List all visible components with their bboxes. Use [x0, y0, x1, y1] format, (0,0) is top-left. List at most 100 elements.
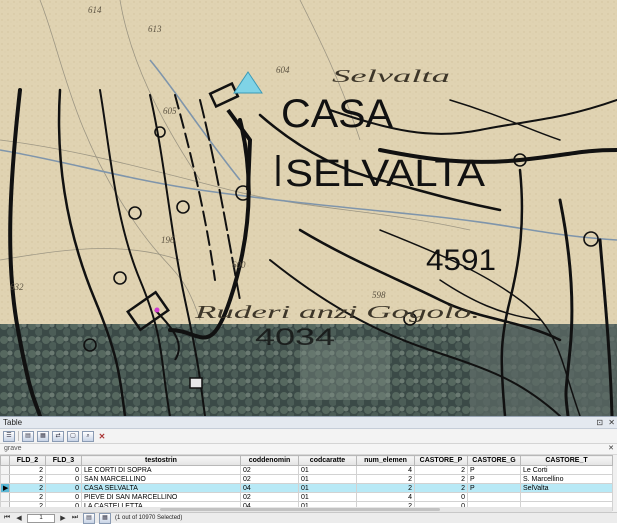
table-cell: 01: [298, 474, 357, 484]
layer-tab-label: grave: [4, 445, 22, 452]
layer-tab-close-icon[interactable]: ✕: [608, 444, 614, 454]
table-row[interactable]: 2 0 PIEVE DI SAN MARCELLINO 02 01 4 0: [0, 492, 613, 502]
table-cell: 0: [45, 483, 82, 493]
scrollbar-thumb[interactable]: [160, 508, 440, 511]
table-cell: 02: [240, 474, 299, 484]
table-cell: 2: [356, 483, 415, 493]
table-cell: 0: [414, 492, 468, 502]
cadastral-label: 598: [372, 290, 386, 300]
cadastral-label: 604: [276, 65, 290, 75]
table-cell: 02: [240, 492, 299, 502]
panel-title: Table: [3, 418, 23, 427]
table-cell: Le Corti: [520, 465, 613, 475]
table-cell: 2: [9, 483, 46, 493]
row-selector[interactable]: [0, 474, 10, 484]
related-tables-icon[interactable]: ▤: [22, 430, 34, 442]
switch-selection-icon[interactable]: ⇄: [52, 430, 64, 442]
panel-close-icon[interactable]: ✕: [608, 418, 615, 427]
column-header[interactable]: CASTORE_T: [520, 455, 613, 466]
column-header[interactable]: testostrin: [81, 455, 241, 466]
table-cell: 2: [9, 474, 46, 484]
table-cell: PIEVE DI SAN MARCELLINO: [81, 492, 241, 502]
table-header-row: FLD_2 FLD_3 testostrin coddenomin codcar…: [0, 455, 613, 466]
table-cell: P: [467, 483, 521, 493]
table-cell: P: [467, 465, 521, 475]
selection-count-text: (1 out of 10970 Selected): [115, 515, 183, 521]
table-cell: 2: [356, 474, 415, 484]
label-selvalta: SELVALTA: [285, 153, 486, 195]
label-casa: CASA: [281, 92, 393, 136]
column-header[interactable]: FLD_3: [45, 455, 82, 466]
row-selector[interactable]: ▶: [0, 483, 10, 493]
attribute-table-wrapper: FLD_2 FLD_3 testostrin coddenomin codcar…: [0, 455, 617, 513]
table-row[interactable]: 2 0 SAN MARCELLINO 02 01 2 2 P S. Marcel…: [0, 474, 613, 484]
table-cell: 2: [9, 465, 46, 475]
table-cell: 0: [45, 474, 82, 484]
table-row[interactable]: 2 0 LE CORTI DI SOPRA 02 01 4 2 P Le Cor…: [0, 465, 613, 475]
table-cell: 0: [45, 465, 82, 475]
row-selector[interactable]: [0, 465, 10, 475]
cadastral-label: 632: [10, 282, 24, 292]
table-cell: 4: [356, 492, 415, 502]
table-cell: S. Marcellino: [520, 474, 613, 484]
label-4034: 4034: [255, 324, 335, 351]
map-svg: CASA SELVALTA 4591 4034 Selvalta Ruderi …: [0, 0, 617, 416]
clear-selection-icon[interactable]: ▢: [67, 430, 79, 442]
table-cell: 0: [45, 492, 82, 502]
table-cell: SAN MARCELLINO: [81, 474, 241, 484]
label-hand-selvalta: Selvalta: [332, 66, 450, 86]
toolbar-separator: [18, 431, 19, 441]
map-canvas[interactable]: CASA SELVALTA 4591 4034 Selvalta Ruderi …: [0, 0, 617, 416]
table-cell: SelValta: [520, 483, 613, 493]
table-cell: 2: [414, 474, 468, 484]
cadastral-label: 613: [148, 24, 162, 34]
next-record-icon[interactable]: ▶: [59, 514, 67, 522]
table-cell: 01: [298, 492, 357, 502]
table-cell: 4: [356, 465, 415, 475]
table-row-selected[interactable]: ▶ 2 0 CASA SELVALTA 04 01 2 2 P SelValta: [0, 483, 613, 493]
cadastral-label: 600: [232, 260, 246, 270]
attribute-table-panel: Table ⊡ ✕ ☰ ▤ ▦ ⇄ ▢ ⌕ ✕ grave ✕ FLD_2 FL…: [0, 416, 617, 524]
column-header[interactable]: CASTORE_G: [467, 455, 521, 466]
table-cell: 02: [240, 465, 299, 475]
panel-title-bar: Table ⊡ ✕: [0, 417, 617, 429]
column-header[interactable]: coddenomin: [240, 455, 299, 466]
label-hand-ruderi: Ruderi anzi Gogolo.: [193, 302, 480, 322]
column-header[interactable]: FLD_2: [9, 455, 46, 466]
column-header[interactable]: num_elemen: [356, 455, 415, 466]
zoom-to-selected-icon[interactable]: ⌕: [82, 430, 94, 442]
table-cell: [467, 492, 521, 502]
table-cell: 01: [298, 465, 357, 475]
panel-dock-icon[interactable]: ⊡: [596, 418, 603, 427]
select-by-attributes-icon[interactable]: ▦: [37, 430, 49, 442]
table-toolbar: ☰ ▤ ▦ ⇄ ▢ ⌕ ✕: [0, 429, 617, 444]
previous-record-icon[interactable]: ◀: [15, 514, 23, 522]
delete-selected-icon[interactable]: ✕: [97, 432, 107, 441]
table-cell: CASA SELVALTA: [81, 483, 241, 493]
table-cell: 01: [298, 483, 357, 493]
cadastral-label: 614: [88, 5, 102, 15]
attribute-table: FLD_2 FLD_3 testostrin coddenomin codcar…: [0, 455, 613, 511]
selected-point-icon: [154, 307, 160, 313]
first-record-icon[interactable]: ⏮: [3, 514, 11, 522]
table-cell: 2: [414, 465, 468, 475]
table-cell: 04: [240, 483, 299, 493]
table-cell: [520, 492, 613, 502]
column-header[interactable]: CASTORE_P: [414, 455, 468, 466]
layer-tab[interactable]: grave ✕: [0, 444, 617, 455]
cadastral-label: 196: [161, 235, 175, 245]
row-selector[interactable]: [0, 492, 10, 502]
table-cell: 2: [9, 492, 46, 502]
table-cell: 2: [414, 483, 468, 493]
table-cell: LE CORTI DI SOPRA: [81, 465, 241, 475]
table-cell: P: [467, 474, 521, 484]
row-selector-header: [0, 455, 10, 466]
record-number-input[interactable]: 1: [27, 513, 55, 523]
table-options-icon[interactable]: ☰: [3, 430, 15, 442]
panel-controls: ⊡ ✕: [593, 417, 615, 428]
column-header[interactable]: codcaratte: [298, 455, 357, 466]
last-record-icon[interactable]: ⏭: [71, 514, 79, 522]
cadastral-label: 605: [163, 106, 177, 116]
table-status-bar: ⏮ ◀ 1 ▶ ⏭ ▤ ▦ (1 out of 10970 Selected): [0, 512, 617, 524]
label-4591: 4591: [426, 244, 496, 277]
